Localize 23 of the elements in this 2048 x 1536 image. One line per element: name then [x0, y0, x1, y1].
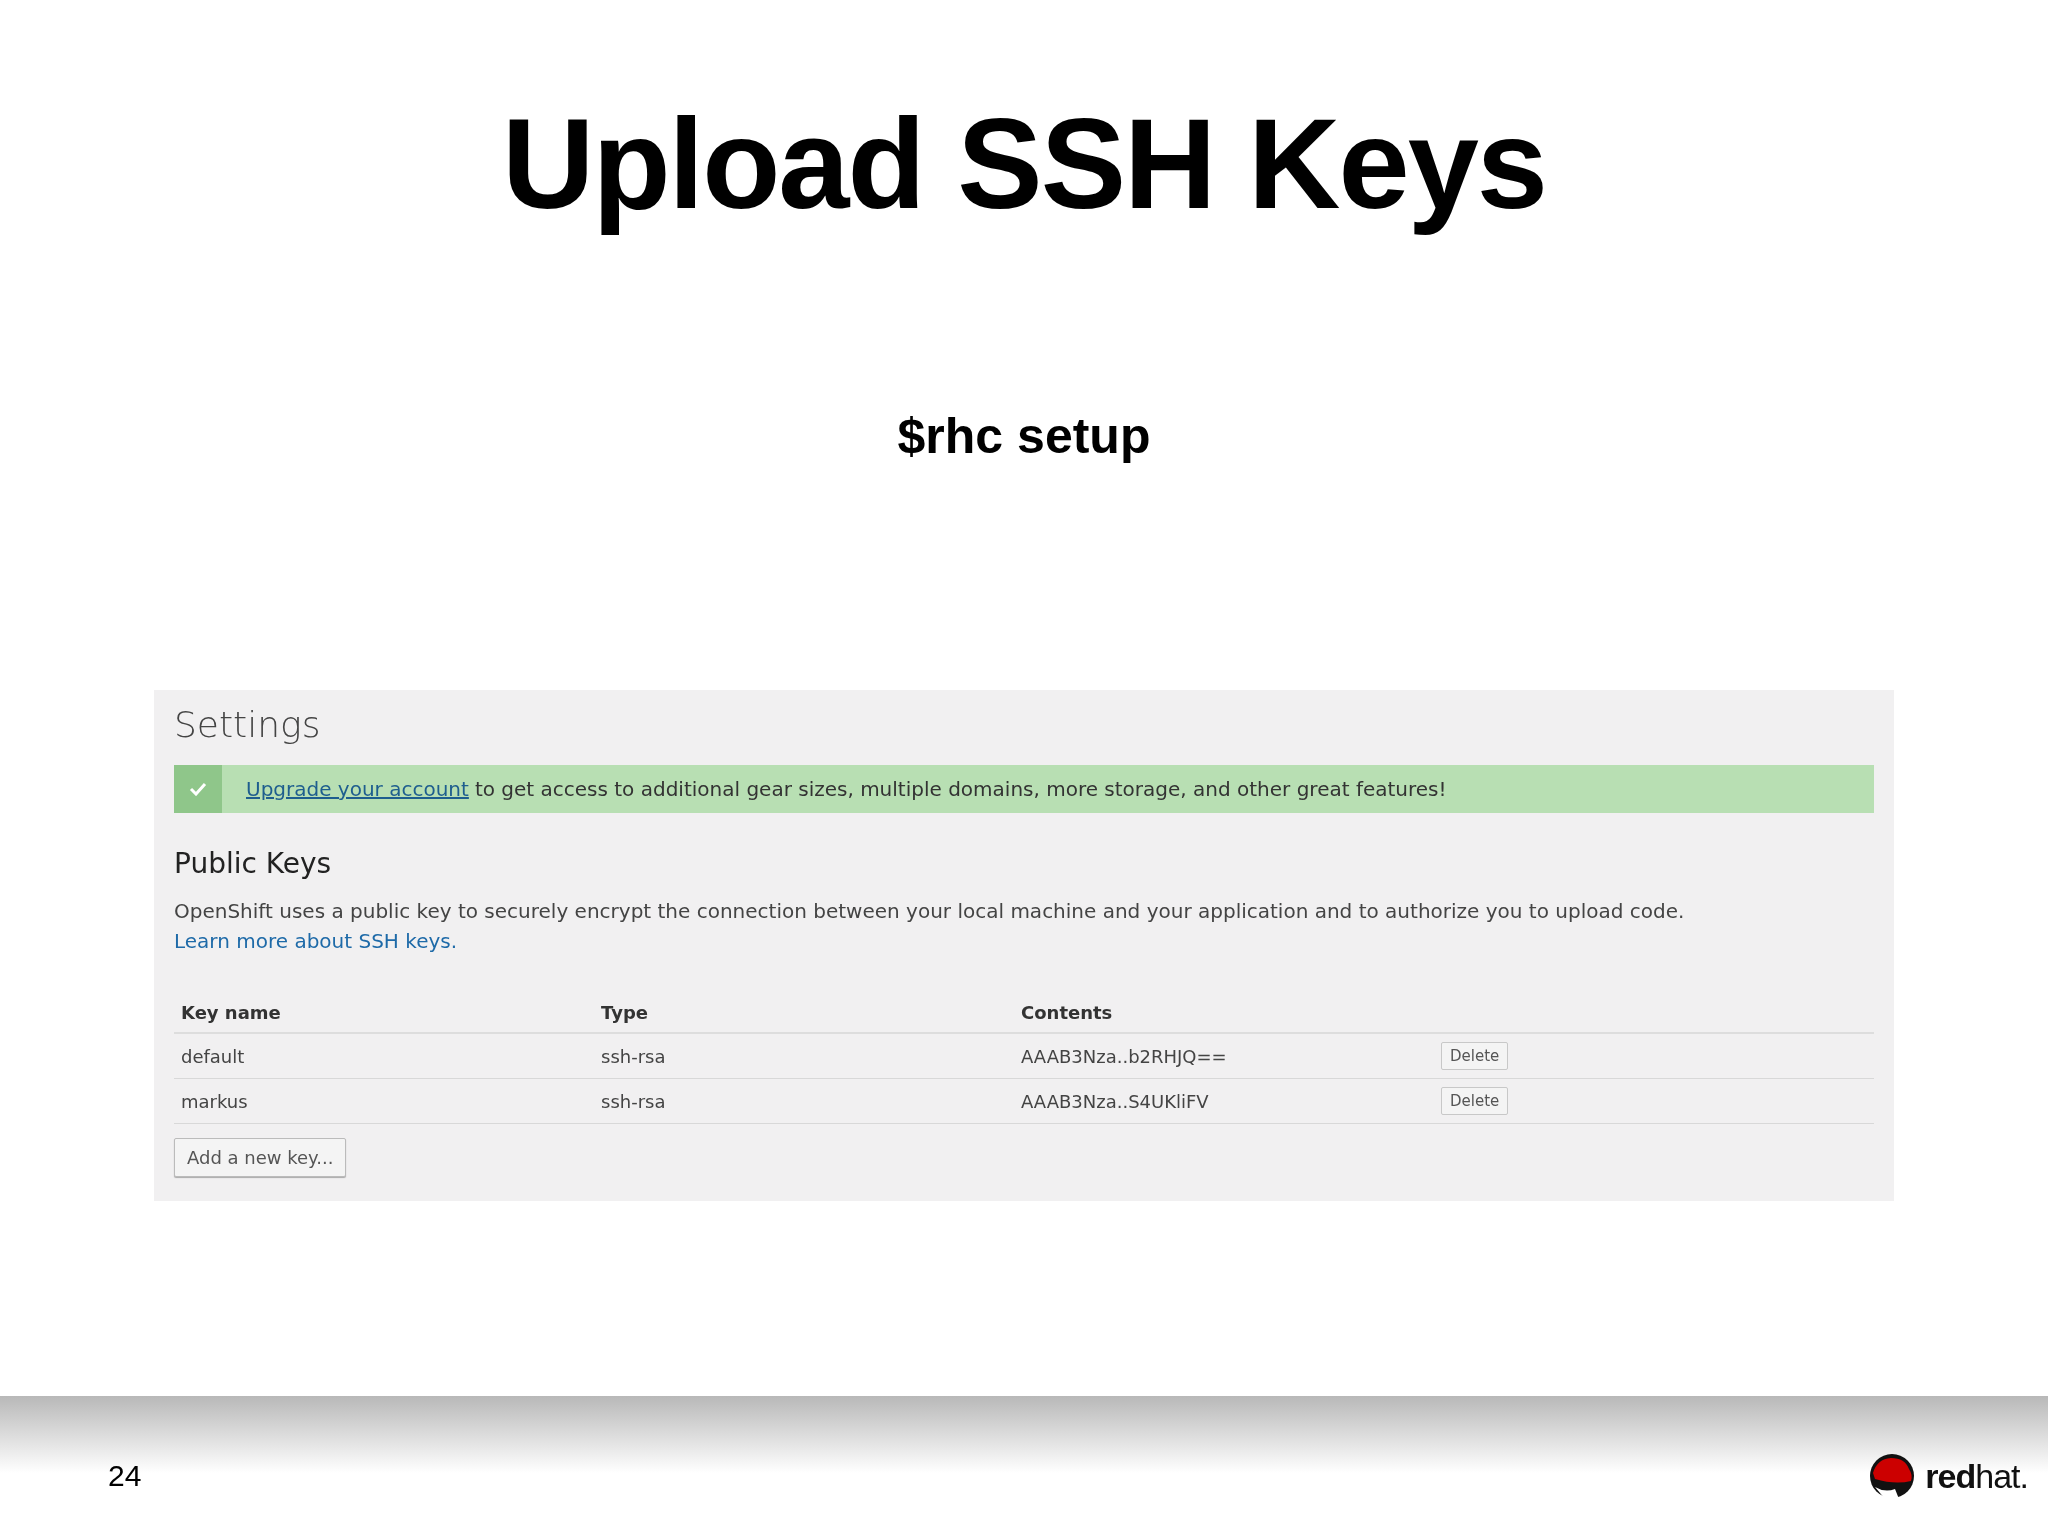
logo-text: redhat.	[1925, 1456, 2028, 1496]
notice-text: to get access to additional gear sizes, multiple domains, more storage, and other great features!	[474, 777, 1447, 801]
check-icon	[189, 782, 207, 796]
column-header: Contents	[1021, 1001, 1114, 1023]
description-text: OpenShift uses a public key to securely encrypt the connection between your local machine and your application and to authorize you to upload code. Learn more about SSH keys.	[174, 898, 1686, 955]
learn-more-link[interactable]: Learn more about SSH keys.	[174, 929, 458, 953]
table-cell-text: default	[181, 1045, 246, 1067]
table-cell-text: AAAB3Nza..b2RHJQ==	[1021, 1045, 1228, 1067]
page-number: 24	[108, 1459, 142, 1493]
column-header: Key name	[181, 1001, 282, 1023]
slide-title: Upload SSH Keys	[501, 91, 1547, 237]
table-cell-text: ssh-rsa	[601, 1045, 667, 1067]
settings-heading: Settings	[174, 704, 322, 745]
delete-button[interactable]: Delete	[1441, 1087, 1509, 1115]
table-cell-text: AAAB3Nza..S4UKliFV	[1021, 1090, 1210, 1112]
upgrade-link[interactable]: Upgrade your account	[246, 777, 469, 801]
table-cell-text: ssh-rsa	[601, 1090, 667, 1112]
add-key-button[interactable]: Add a new key...	[174, 1138, 347, 1177]
table-cell-text: markus	[181, 1090, 249, 1112]
delete-button[interactable]: Delete	[1441, 1042, 1509, 1070]
slide-subtitle: $rhc setup	[897, 407, 1151, 465]
section-title: Public Keys	[174, 847, 333, 880]
column-header: Type	[601, 1001, 649, 1023]
